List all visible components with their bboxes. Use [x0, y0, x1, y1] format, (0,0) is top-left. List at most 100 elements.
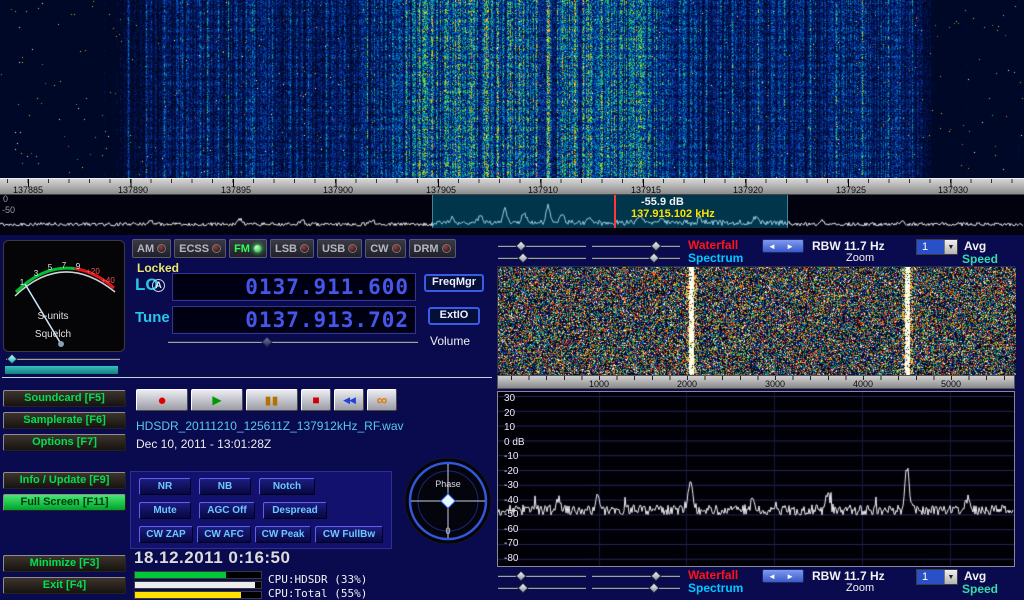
spec-contrast-slider-bottom[interactable] — [592, 582, 680, 594]
slider-groove[interactable] — [498, 575, 586, 577]
info-update-button[interactable]: Info / Update [F9] — [3, 472, 126, 489]
rewind-button[interactable]: ◀◀ — [334, 389, 364, 411]
soundcard-button[interactable]: Soundcard [F5] — [3, 390, 126, 407]
nr-button[interactable]: NR — [139, 478, 191, 495]
slider-groove[interactable] — [592, 257, 680, 259]
play-button[interactable]: ▶ — [191, 389, 243, 411]
slider-thumb[interactable] — [516, 570, 527, 581]
exit-button[interactable]: Exit [F4] — [3, 577, 126, 594]
zoomed-waterfall[interactable] — [497, 266, 1015, 374]
slider-thumb[interactable] — [517, 582, 528, 593]
main-waterfall[interactable] — [0, 0, 1024, 178]
squelch-slider-groove[interactable] — [6, 358, 120, 360]
slider-thumb[interactable] — [517, 252, 528, 263]
record-button[interactable]: ● — [136, 389, 188, 411]
dsp-panel: NR NB Notch Mute AGC Off Despread CW ZAP… — [130, 471, 392, 549]
chevron-down-icon[interactable]: ▼ — [944, 240, 957, 254]
mode-fm-button[interactable]: FM — [229, 239, 267, 258]
stop-button[interactable]: ■ — [301, 389, 331, 411]
mute-button[interactable]: Mute — [139, 502, 191, 519]
mode-ecss-button[interactable]: ECSS — [174, 239, 226, 258]
nb-button[interactable]: NB — [199, 478, 251, 495]
spec-brightness-slider-top[interactable] — [498, 252, 586, 264]
wf-contrast-slider-top[interactable] — [592, 240, 680, 252]
mode-usb-button[interactable]: USB — [317, 239, 362, 258]
vfo-a-badge[interactable]: A — [152, 279, 165, 292]
rbw-readout-top[interactable]: RBW 11.7 Hz — [812, 239, 885, 253]
zoomed-spectrum[interactable]: 30 20 10 0 dB -10 -20 -30 -40 -50 -60 -7… — [497, 391, 1015, 567]
zoom-arrows-top[interactable]: ◄ ► — [762, 239, 804, 253]
s-meter[interactable]: 1 3 5 7 9 +20 +40 S-units Squelch — [3, 240, 125, 352]
pause-icon: ▮▮ — [265, 394, 279, 407]
wf-contrast-slider-bottom[interactable] — [592, 570, 680, 582]
freqmgr-button[interactable]: FreqMgr — [424, 274, 484, 292]
slider-thumb[interactable] — [650, 570, 661, 581]
waterfall-toggle-top[interactable]: Waterfall — [688, 238, 738, 252]
mode-drm-button[interactable]: DRM — [409, 239, 456, 258]
zoomed-waterfall-canvas[interactable] — [498, 267, 1016, 375]
slider-thumb[interactable] — [650, 240, 661, 251]
wf-brightness-slider-bottom[interactable] — [498, 570, 586, 582]
frequency-ruler[interactable]: 137885 137890 137895 137900 137905 13791… — [0, 178, 1024, 195]
slider-groove[interactable] — [498, 245, 586, 247]
chevron-down-icon[interactable]: ▼ — [944, 570, 957, 584]
mode-lsb-button[interactable]: LSB — [270, 239, 314, 258]
slider-groove[interactable] — [592, 587, 680, 589]
zoom-arrows-bottom[interactable]: ◄ ► — [762, 569, 804, 583]
minimize-button[interactable]: Minimize [F3] — [3, 555, 126, 572]
despread-button[interactable]: Despread — [263, 502, 327, 519]
lo-frequency-display[interactable]: 0137.911.600 — [172, 273, 416, 301]
avg-dropdown-bottom[interactable]: 1 ▼ — [916, 569, 958, 585]
scale-label: 1000 — [589, 379, 609, 389]
slider-groove[interactable] — [592, 575, 680, 577]
datetime-display[interactable]: 18.12.2011 0:16:50 — [134, 548, 290, 568]
ruler-label: 137895 — [221, 185, 251, 195]
record-icon: ● — [157, 392, 166, 409]
tune-frequency-display[interactable]: 0137.913.702 — [172, 306, 416, 334]
s-meter-tick: +40 — [101, 276, 115, 285]
avg-label-bottom: Avg — [964, 569, 986, 583]
zoomed-spectrum-canvas[interactable] — [498, 392, 1014, 566]
mode-am-button[interactable]: AM — [132, 239, 171, 258]
passband-region[interactable] — [432, 195, 788, 228]
squelch-slider[interactable] — [6, 353, 120, 365]
squelch-slider-thumb[interactable] — [6, 353, 17, 364]
spec-brightness-slider-bottom[interactable] — [498, 582, 586, 594]
overview-spectrum[interactable]: 0 -50 -55.9 dB 137.915.102 kHz — [0, 195, 1024, 235]
slider-groove[interactable] — [498, 257, 586, 259]
cw-zap-button[interactable]: CW ZAP — [139, 526, 193, 543]
volume-slider-thumb[interactable] — [261, 336, 272, 347]
slider-thumb[interactable] — [648, 252, 659, 263]
volume-slider-groove[interactable] — [168, 341, 418, 343]
main-waterfall-canvas[interactable] — [0, 0, 1024, 178]
fullscreen-button[interactable]: Full Screen [F11] — [3, 494, 126, 511]
slider-thumb[interactable] — [516, 240, 527, 251]
pause-button[interactable]: ▮▮ — [246, 389, 298, 411]
cw-peak-button[interactable]: CW Peak — [255, 526, 311, 543]
volume-slider[interactable] — [168, 336, 418, 348]
samplerate-button[interactable]: Samplerate [F6] — [3, 412, 126, 429]
spectrum-toggle-top[interactable]: Spectrum — [688, 251, 743, 265]
options-button[interactable]: Options [F7] — [3, 434, 126, 451]
zoomed-frequency-scale[interactable]: 1000 2000 3000 4000 5000 — [497, 375, 1015, 389]
mode-cw-button[interactable]: CW — [365, 239, 405, 258]
speed-label-bottom: Speed — [962, 582, 998, 596]
spectrum-toggle-bottom[interactable]: Spectrum — [688, 581, 743, 595]
spec-contrast-slider-top[interactable] — [592, 252, 680, 264]
wf-brightness-slider-top[interactable] — [498, 240, 586, 252]
rbw-readout-bottom[interactable]: RBW 11.7 Hz — [812, 569, 885, 583]
extio-button[interactable]: ExtIO — [428, 307, 480, 325]
ruler-label: 137910 — [528, 185, 558, 195]
waterfall-toggle-bottom[interactable]: Waterfall — [688, 568, 738, 582]
avg-dropdown-top[interactable]: 1 ▼ — [916, 239, 958, 255]
slider-thumb[interactable] — [648, 582, 659, 593]
recording-timestamp: Dec 10, 2011 - 13:01:28Z — [136, 437, 271, 451]
notch-button[interactable]: Notch — [259, 478, 315, 495]
slider-groove[interactable] — [498, 587, 586, 589]
cw-afc-button[interactable]: CW AFC — [197, 526, 251, 543]
phase-dial[interactable]: Phase 0 — [404, 457, 492, 545]
loop-button[interactable]: ∞ — [367, 389, 397, 411]
cw-fullbw-button[interactable]: CW FullBw — [315, 526, 383, 543]
agc-button[interactable]: AGC Off — [199, 502, 255, 519]
slider-groove[interactable] — [592, 245, 680, 247]
